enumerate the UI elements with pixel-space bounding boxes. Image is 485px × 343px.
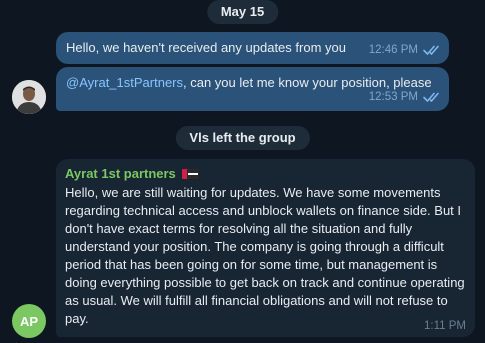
avatar[interactable] [12,80,46,114]
message-time: 12:46 PM [368,44,418,56]
chat-view: May 15 Hello, we haven't received any up… [0,0,485,343]
flag-icon [181,168,199,179]
message-meta: 12:53 PM [369,88,441,106]
double-check-icon [423,45,439,55]
sender-name[interactable]: Ayrat 1st partners [65,166,176,181]
message-text: Hello, we haven't received any updates f… [66,40,346,55]
double-check-icon [423,92,439,102]
user-photo-icon [12,80,46,114]
outgoing-message[interactable]: Hello, we haven't received any updates f… [56,32,449,64]
message-time: 12:53 PM [368,91,418,103]
mention-link[interactable]: @Ayrat_1stPartners [66,75,183,90]
avatar[interactable]: AP [12,304,46,338]
outgoing-message[interactable]: @Ayrat_1stPartners, can you let me know … [56,67,449,111]
message-text: Hello, we are still waiting for updates.… [65,185,465,326]
incoming-message[interactable]: Ayrat 1st partners Hello, we are still w… [56,159,475,337]
system-event: Vls left the group [175,126,310,150]
sender-name-row: Ayrat 1st partners [65,166,199,181]
message-time: 1:11 PM [424,320,466,332]
date-separator: May 15 [206,0,279,24]
message-meta: 12:46 PM [369,41,441,59]
